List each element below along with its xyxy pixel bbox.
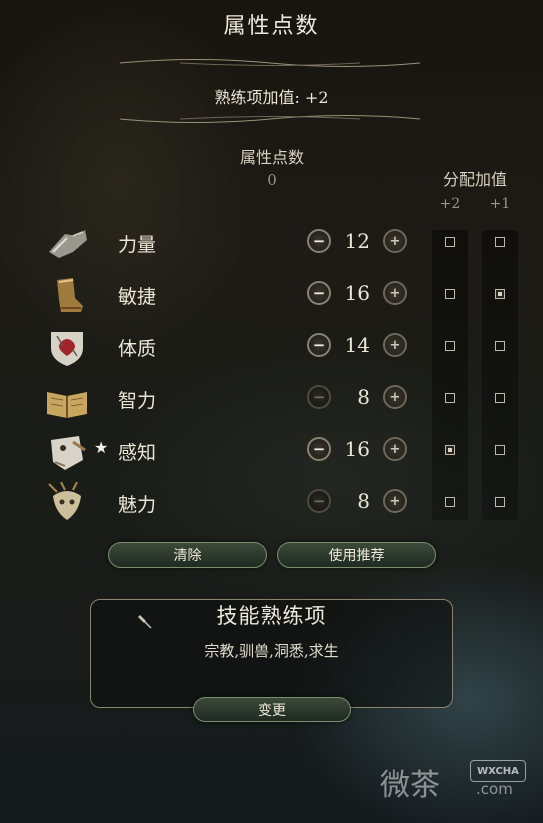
attribute-name: 体质	[118, 338, 157, 360]
points-value: 0	[267, 171, 277, 189]
decrease-button[interactable]: −	[307, 229, 331, 253]
feathered-mask-icon	[42, 481, 92, 526]
clear-button[interactable]: 清除	[108, 542, 267, 568]
star-icon: ★	[94, 438, 109, 457]
attribute-score: 16	[344, 437, 370, 461]
attribute-score: 14	[344, 333, 370, 357]
decrease-button[interactable]: −	[307, 489, 331, 513]
heart-shield-icon	[42, 326, 92, 370]
col-header-plus1: +1	[489, 196, 511, 212]
watermark-domain: .com	[476, 780, 513, 798]
boot-icon	[42, 274, 92, 318]
plus1-checkbox[interactable]	[495, 341, 505, 351]
decrease-button[interactable]: −	[307, 437, 331, 461]
attribute-row: ★ 感知 −16 +	[0, 426, 543, 478]
plus1-checkbox[interactable]	[495, 289, 505, 299]
plus1-checkbox[interactable]	[495, 237, 505, 247]
attribute-row: 魅力 − 8 +	[0, 478, 543, 530]
attribute-score: 12	[344, 229, 370, 253]
attribute-name: 敏捷	[118, 286, 157, 308]
skills-panel-title: 技能熟练项	[216, 604, 327, 628]
attribute-score: 16	[344, 281, 370, 305]
plus2-checkbox[interactable]	[445, 393, 455, 403]
plus2-checkbox[interactable]	[445, 237, 455, 247]
plus1-checkbox[interactable]	[495, 445, 505, 455]
attribute-score: 8	[357, 489, 370, 513]
decrease-button[interactable]: −	[307, 385, 331, 409]
increase-button[interactable]: +	[383, 281, 407, 305]
attribute-name: 感知	[118, 442, 157, 464]
allocation-title: 分配加值	[442, 170, 507, 189]
page-title: 属性点数	[223, 14, 320, 39]
watermark-logo: 微茶	[380, 768, 440, 803]
increase-button[interactable]: +	[383, 385, 407, 409]
attribute-score: 8	[357, 385, 370, 409]
use-recommended-button[interactable]: 使用推荐	[277, 542, 436, 568]
watermark-badge: WXCHA	[470, 760, 526, 782]
ornament-divider-top	[120, 59, 420, 67]
points-label: 属性点数	[239, 148, 304, 167]
attribute-row: 力量 −12 +	[0, 218, 543, 270]
open-book-icon	[42, 378, 92, 422]
attribute-name: 力量	[118, 234, 157, 256]
attribute-row: 智力 − 8 +	[0, 374, 543, 426]
increase-button[interactable]: +	[383, 489, 407, 513]
decrease-button[interactable]: −	[307, 333, 331, 357]
plus1-checkbox[interactable]	[495, 497, 505, 507]
plus2-checkbox[interactable]	[445, 341, 455, 351]
plus1-checkbox[interactable]	[495, 393, 505, 403]
proficiency-bonus: 熟练项加值: +2	[214, 88, 329, 107]
plus2-checkbox[interactable]	[445, 497, 455, 507]
plus2-checkbox[interactable]	[445, 445, 455, 455]
eye-mask-icon	[42, 430, 92, 474]
decrease-button[interactable]: −	[307, 281, 331, 305]
gauntlet-icon	[42, 222, 92, 266]
ornament-divider-bottom	[120, 115, 420, 123]
increase-button[interactable]: +	[383, 437, 407, 461]
col-header-plus2: +2	[439, 196, 461, 212]
skills-list: 宗教,驯兽,洞悉,求生	[204, 642, 339, 660]
change-button[interactable]: 变更	[193, 697, 351, 722]
increase-button[interactable]: +	[383, 333, 407, 357]
attribute-row: 敏捷 −16 +	[0, 270, 543, 322]
attribute-name: 魅力	[118, 494, 157, 516]
attribute-row: 体质 −14 +	[0, 322, 543, 374]
plus2-checkbox[interactable]	[445, 289, 455, 299]
increase-button[interactable]: +	[383, 229, 407, 253]
attribute-name: 智力	[118, 390, 157, 412]
